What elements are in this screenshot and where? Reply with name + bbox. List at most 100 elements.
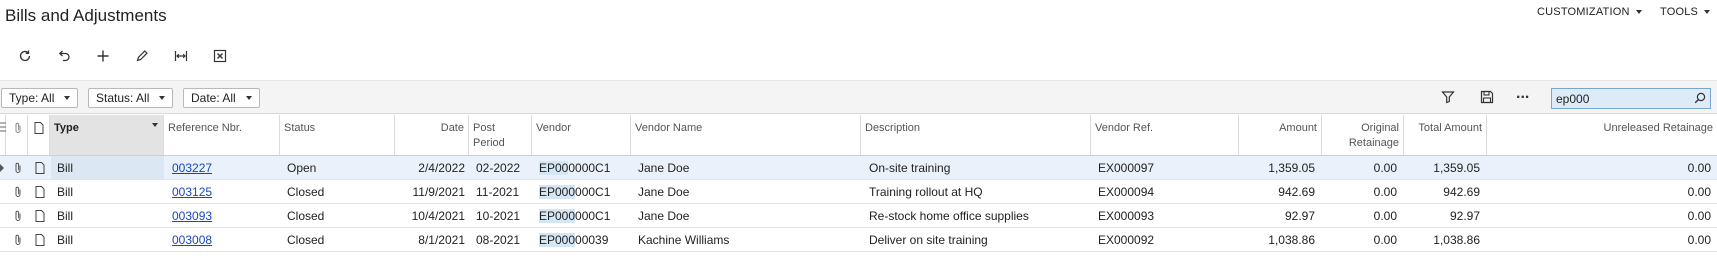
cell-post-period[interactable]: 08-2021 [476, 228, 531, 252]
refresh-button[interactable] [5, 46, 44, 66]
fit-columns-button[interactable] [161, 46, 200, 66]
document-icon[interactable] [35, 186, 45, 198]
column-vendor-ref[interactable]: Vendor Ref. [1091, 115, 1239, 155]
column-original-retainage[interactable]: Original Retainage [1322, 115, 1404, 155]
column-vendor[interactable]: Vendor [532, 115, 631, 155]
cell-amount[interactable]: 942.69 [1239, 180, 1315, 204]
cell-amount[interactable]: 1,359.05 [1239, 156, 1315, 180]
undo-button[interactable] [44, 46, 83, 66]
cell-vendor[interactable]: EP000000C1 [539, 204, 629, 228]
cell-vendor-ref[interactable]: EX000093 [1098, 204, 1238, 228]
cell-amount[interactable]: 92.97 [1239, 204, 1315, 228]
customization-menu[interactable]: CUSTOMIZATION [1537, 6, 1642, 18]
cell-status[interactable]: Closed [287, 228, 387, 252]
cell-vendor[interactable]: EP000000C1 [539, 180, 629, 204]
cell-description[interactable]: Deliver on site training [869, 228, 1089, 252]
add-button[interactable] [83, 46, 122, 66]
cell-post-period[interactable]: 11-2021 [476, 180, 531, 204]
document-icon[interactable] [35, 162, 45, 174]
cell-total-amount[interactable]: 942.69 [1404, 180, 1480, 204]
cell-ref[interactable]: 003008 [172, 228, 272, 252]
status-filter[interactable]: Status: All [88, 88, 173, 108]
cell-total-amount[interactable]: 92.97 [1404, 204, 1480, 228]
save-icon[interactable] [1480, 90, 1494, 104]
cell-type[interactable]: Bill [57, 228, 157, 252]
column-reference-nbr[interactable]: Reference Nbr. [164, 115, 280, 155]
column-post-period[interactable]: Post Period [469, 115, 532, 155]
cell-post-period[interactable]: 02-2022 [476, 156, 531, 180]
cell-vendor-name[interactable]: Jane Doe [638, 156, 858, 180]
cell-vendor-ref[interactable]: EX000094 [1098, 180, 1238, 204]
cell-date[interactable]: 11/9/2021 [395, 180, 466, 204]
cell-orig-retainage[interactable]: 0.00 [1322, 204, 1397, 228]
search-input[interactable] [1552, 89, 1682, 108]
cell-vendor-ref[interactable]: EX000097 [1098, 156, 1238, 180]
cell-type[interactable]: Bill [51, 156, 164, 180]
cell-type[interactable]: Bill [57, 180, 157, 204]
cell-date[interactable]: 8/1/2021 [395, 228, 465, 252]
cell-vendor[interactable]: EP000000C1 [539, 156, 629, 180]
cell-status[interactable]: Closed [287, 180, 387, 204]
column-total-amount[interactable]: Total Amount [1404, 115, 1487, 155]
cell-ref[interactable]: 003125 [172, 180, 272, 204]
cell-ref[interactable]: 003093 [172, 204, 272, 228]
paperclip-icon[interactable] [13, 234, 23, 246]
paperclip-icon[interactable] [13, 210, 23, 222]
edit-button[interactable] [122, 46, 161, 66]
cell-total-amount[interactable]: 1,038.86 [1404, 228, 1480, 252]
cell-date[interactable]: 10/4/2021 [395, 204, 465, 228]
cell-date[interactable]: 2/4/2022 [395, 156, 465, 180]
cell-total-amount[interactable]: 1,359.05 [1404, 156, 1480, 180]
cell-ref[interactable]: 003227 [172, 156, 272, 180]
cell-description[interactable]: Re-stock home office supplies [869, 204, 1089, 228]
cell-orig-retainage[interactable]: 0.00 [1322, 228, 1397, 252]
cell-vendor[interactable]: EP00000039 [539, 228, 629, 252]
cell-post-period[interactable]: 10-2021 [476, 204, 531, 228]
tools-menu[interactable]: TOOLS [1660, 6, 1711, 18]
search-icon[interactable] [1694, 92, 1706, 104]
reference-link[interactable]: 003093 [172, 209, 212, 223]
cell-vendor-name[interactable]: Jane Doe [638, 204, 858, 228]
paperclip-icon[interactable] [13, 186, 23, 198]
cell-unreleased-retainage[interactable]: 0.00 [1487, 180, 1711, 204]
search-box[interactable] [1551, 88, 1711, 109]
column-type[interactable]: Type [50, 115, 164, 155]
column-description[interactable]: Description [861, 115, 1091, 155]
cell-orig-retainage[interactable]: 0.00 [1322, 180, 1397, 204]
cell-vendor-ref[interactable]: EX000092 [1098, 228, 1238, 252]
cell-orig-retainage[interactable]: 0.00 [1322, 156, 1397, 180]
type-filter[interactable]: Type: All [1, 88, 78, 108]
document-icon[interactable] [35, 210, 45, 222]
table-row[interactable]: Bill 003008 Closed 8/1/2021 08-2021 EP0000003… [0, 228, 1717, 252]
export-excel-button[interactable] [200, 46, 239, 66]
table-row[interactable]: Bill 003125 Closed 11/9/2021 11-2021 EP000000… [0, 180, 1717, 204]
cell-description[interactable]: On-site training [869, 156, 1089, 180]
cell-unreleased-retainage[interactable]: 0.00 [1487, 228, 1711, 252]
cell-status[interactable]: Closed [287, 204, 387, 228]
note-column-header[interactable] [28, 115, 50, 155]
column-vendor-name[interactable]: Vendor Name [631, 115, 861, 155]
cell-vendor-name[interactable]: Jane Doe [638, 180, 858, 204]
cell-unreleased-retainage[interactable]: 0.00 [1487, 156, 1711, 180]
column-amount[interactable]: Amount [1239, 115, 1322, 155]
column-status[interactable]: Status [280, 115, 395, 155]
cell-amount[interactable]: 1,038.86 [1239, 228, 1315, 252]
column-unreleased-retainage[interactable]: Unreleased Retainage [1487, 115, 1717, 155]
attachment-column-header[interactable] [6, 115, 28, 155]
date-filter[interactable]: Date: All [183, 88, 260, 108]
table-row[interactable]: Bill 003227 Open 2/4/2022 02-2022 EP000000C1 J… [0, 156, 1717, 180]
reference-link[interactable]: 003125 [172, 185, 212, 199]
document-icon[interactable] [35, 234, 45, 246]
cell-status[interactable]: Open [287, 156, 387, 180]
reference-link[interactable]: 003227 [172, 161, 212, 175]
filter-icon[interactable] [1441, 90, 1455, 104]
cell-vendor-name[interactable]: Kachine Williams [638, 228, 858, 252]
paperclip-icon[interactable] [13, 162, 23, 174]
cell-unreleased-retainage[interactable]: 0.00 [1487, 204, 1711, 228]
table-row[interactable]: Bill 003093 Closed 10/4/2021 10-2021 EP000000… [0, 204, 1717, 228]
reference-link[interactable]: 003008 [172, 233, 212, 247]
cell-description[interactable]: Training rollout at HQ [869, 180, 1089, 204]
column-date[interactable]: Date [395, 115, 469, 155]
cell-type[interactable]: Bill [57, 204, 157, 228]
more-options-button[interactable]: ... [1516, 85, 1529, 103]
